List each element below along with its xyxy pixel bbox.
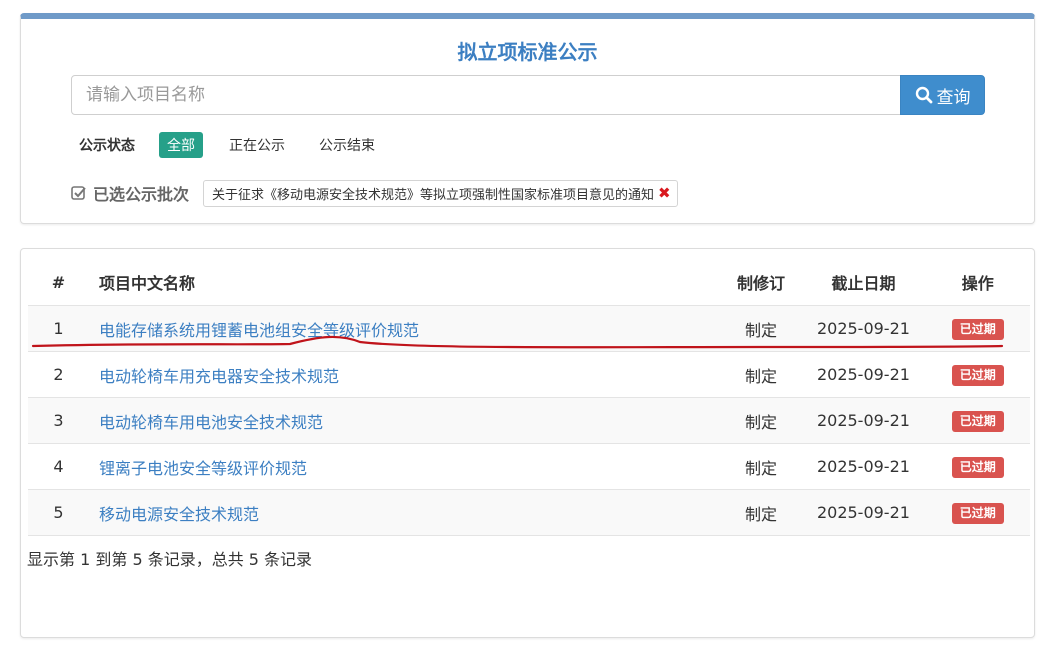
search-button-label: 查询 xyxy=(936,87,971,108)
revision-type: 制定 xyxy=(720,443,802,490)
batch-tag: 关于征求《移动电源安全技术规范》等拟立项强制性国家标准项目意见的通知 ✖ xyxy=(203,179,678,207)
column-header-deadline: 截止日期 xyxy=(831,274,896,293)
revision-type: 制定 xyxy=(720,397,802,444)
table-row: 2 电动轮椅车用充电器安全技术规范 制定 2025-09-21 已过期 xyxy=(28,351,1030,398)
deadline-date: 2025-09-21 xyxy=(801,305,926,352)
page-title: 拟立项标准公示 xyxy=(457,40,598,64)
results-panel: # 项目中文名称 制修订 截止日期 操作 1 电能存储系统用锂蓄电池组安全等级评… xyxy=(20,248,1035,638)
table-row: 4 锂离子电池安全等级评价规范 制定 2025-09-21 已过期 xyxy=(28,443,1030,490)
deadline-date: 2025-09-21 xyxy=(801,489,926,536)
row-number: 2 xyxy=(28,351,89,398)
table-header-row: # 项目中文名称 制修订 截止日期 操作 xyxy=(28,259,1030,306)
row-number: 5 xyxy=(28,489,89,536)
table-row: 3 电动轮椅车用电池安全技术规范 制定 2025-09-21 已过期 xyxy=(28,397,1030,444)
expired-badge: 已过期 xyxy=(951,364,1004,386)
pagination-summary: 显示第 1 到第 5 条记录，总共 5 条记录 xyxy=(27,550,313,569)
revision-type: 制定 xyxy=(720,351,802,398)
expired-badge: 已过期 xyxy=(951,318,1004,340)
remove-tag-icon[interactable]: ✖ xyxy=(658,185,671,201)
search-panel: 拟立项标准公示 查询 公示状态 全部 正在公示 公示结束 已选公示批次 关于征求… xyxy=(20,13,1035,224)
row-number: 3 xyxy=(28,397,89,444)
expired-badge: 已过期 xyxy=(951,410,1004,432)
row-number: 4 xyxy=(28,443,89,490)
selected-batch: 已选公示批次 关于征求《移动电源安全技术规范》等拟立项强制性国家标准项目意见的通… xyxy=(71,179,678,207)
batch-label: 已选公示批次 xyxy=(93,185,190,204)
search-input[interactable] xyxy=(71,75,901,115)
status-option-ongoing[interactable]: 正在公示 xyxy=(221,132,293,158)
table-row: 1 电能存储系统用锂蓄电池组安全等级评价规范 制定 2025-09-21 已过期 xyxy=(28,305,1030,352)
batch-tag-text: 关于征求《移动电源安全技术规范》等拟立项强制性国家标准项目意见的通知 xyxy=(212,187,655,203)
revision-type: 制定 xyxy=(720,305,802,352)
project-name-link[interactable]: 电动轮椅车用充电器安全技术规范 xyxy=(99,367,339,386)
expired-badge: 已过期 xyxy=(951,502,1004,524)
expired-badge: 已过期 xyxy=(951,456,1004,478)
deadline-date: 2025-09-21 xyxy=(801,397,926,444)
row-number: 1 xyxy=(28,305,89,352)
deadline-date: 2025-09-21 xyxy=(801,351,926,398)
deadline-date: 2025-09-21 xyxy=(801,443,926,490)
column-header-number: # xyxy=(51,272,66,292)
column-header-action: 操作 xyxy=(961,274,994,293)
project-name-link[interactable]: 锂离子电池安全等级评价规范 xyxy=(99,459,307,478)
results-table: # 项目中文名称 制修订 截止日期 操作 1 电能存储系统用锂蓄电池组安全等级评… xyxy=(28,259,1030,536)
status-option-ended[interactable]: 公示结束 xyxy=(311,132,383,158)
status-option-all[interactable]: 全部 xyxy=(159,132,203,158)
search-button[interactable]: 查询 xyxy=(900,75,985,115)
column-header-name: 项目中文名称 xyxy=(98,274,195,293)
project-name-link[interactable]: 电能存储系统用锂蓄电池组安全等级评价规范 xyxy=(99,321,419,340)
project-name-link[interactable]: 电动轮椅车用电池安全技术规范 xyxy=(99,413,323,432)
checkbox-checked-icon xyxy=(71,186,86,200)
table-row: 5 移动电源安全技术规范 制定 2025-09-21 已过期 xyxy=(28,489,1030,536)
project-name-link[interactable]: 移动电源安全技术规范 xyxy=(99,505,259,524)
search-icon xyxy=(915,86,932,104)
search-bar: 查询 xyxy=(71,75,985,115)
column-header-revision: 制修订 xyxy=(736,274,785,293)
status-filter: 公示状态 全部 正在公示 公示结束 xyxy=(79,131,401,159)
revision-type: 制定 xyxy=(720,489,802,536)
status-filter-label: 公示状态 xyxy=(79,138,135,154)
